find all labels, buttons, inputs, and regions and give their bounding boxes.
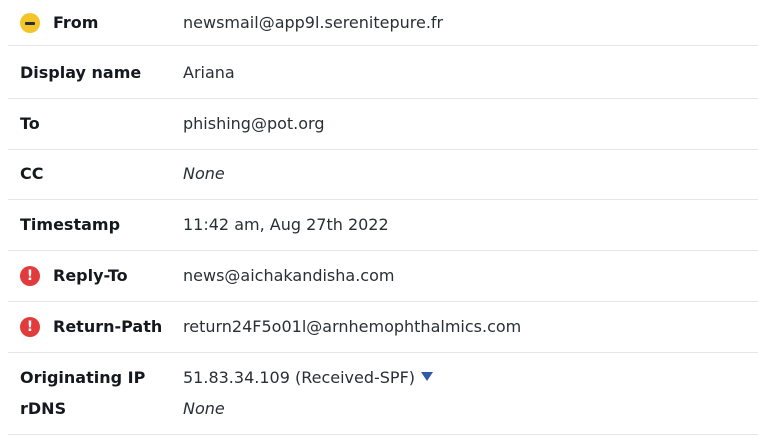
exclamation-circle-icon: ! bbox=[20, 266, 40, 286]
label-from: From bbox=[53, 13, 99, 32]
value-rdns: None bbox=[183, 399, 225, 418]
label-rdns: rDNS bbox=[20, 399, 67, 418]
label-return-path: Return-Path bbox=[53, 317, 163, 336]
row-timestamp: Timestamp 11:42 am, Aug 27th 2022 bbox=[8, 200, 758, 251]
row-to: To phishing@pot.org bbox=[8, 99, 758, 150]
value-display-name: Ariana bbox=[183, 63, 235, 82]
row-reply-to: ! Reply-To news@aichakandisha.com bbox=[8, 251, 758, 302]
row-return-path: ! Return-Path return24F5o01l@arnhemophth… bbox=[8, 302, 758, 353]
value-cc: None bbox=[183, 164, 225, 183]
value-to: phishing@pot.org bbox=[183, 114, 325, 133]
originating-ip-link[interactable]: 51.83.34.109 (Received-SPF) bbox=[183, 368, 434, 388]
exclamation-circle-icon: ! bbox=[20, 317, 40, 337]
minus-circle-icon bbox=[20, 13, 40, 33]
value-return-path: return24F5o01l@arnhemophthalmics.com bbox=[183, 317, 522, 336]
label-reply-to: Reply-To bbox=[53, 266, 128, 285]
row-from: From newsmail@app9l.serenitepure.fr bbox=[8, 0, 758, 46]
label-cc: CC bbox=[20, 164, 44, 183]
row-display-name: Display name Ariana bbox=[8, 46, 758, 99]
label-display-name: Display name bbox=[20, 63, 142, 82]
value-reply-to: news@aichakandisha.com bbox=[183, 266, 395, 285]
label-to: To bbox=[20, 114, 40, 133]
label-timestamp: Timestamp bbox=[20, 215, 121, 234]
originating-ip-value: 51.83.34.109 (Received-SPF) bbox=[183, 368, 416, 387]
row-cc: CC None bbox=[8, 150, 758, 200]
caret-down-icon[interactable] bbox=[421, 372, 434, 381]
label-originating-ip: Originating IP bbox=[20, 368, 146, 387]
value-timestamp: 11:42 am, Aug 27th 2022 bbox=[183, 215, 389, 234]
value-from: newsmail@app9l.serenitepure.fr bbox=[183, 13, 444, 32]
row-originating-ip: Originating IP 51.83.34.109 (Received-SP… bbox=[8, 353, 758, 435]
